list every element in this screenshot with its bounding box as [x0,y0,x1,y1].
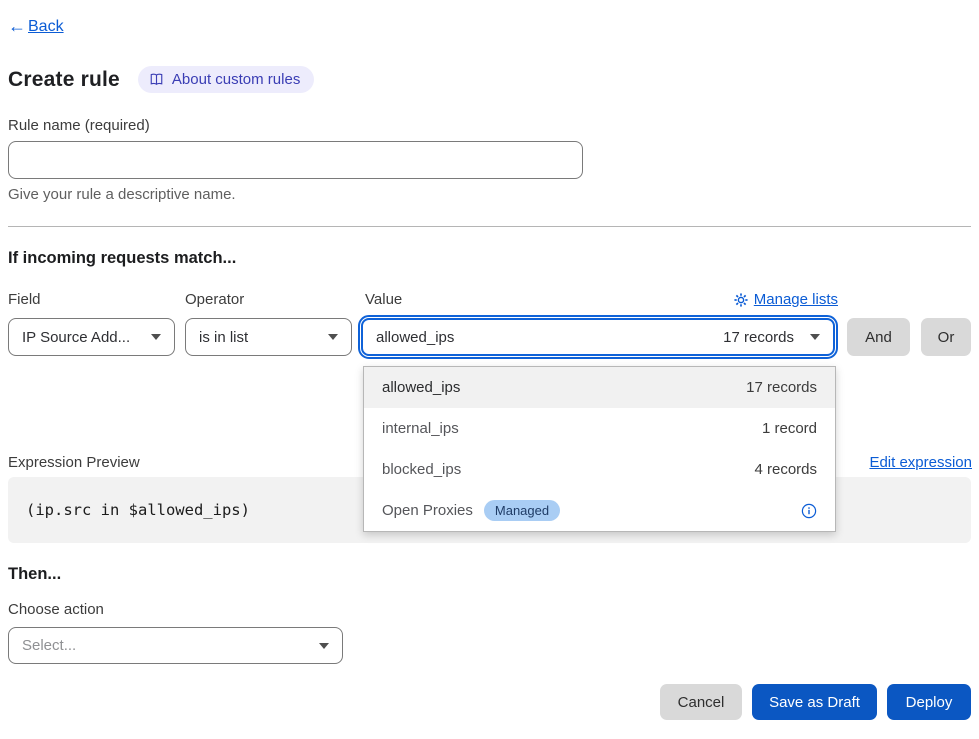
page-title: Create rule [8,68,120,92]
chevron-down-icon [328,334,338,340]
about-custom-rules-link[interactable]: About custom rules [138,66,314,93]
list-item-allowed-ips[interactable]: allowed_ips 17 records [364,367,835,408]
managed-badge: Managed [484,500,560,521]
operator-select[interactable]: is in list [185,318,352,356]
back-link[interactable]: ←Back [8,16,64,37]
manage-lists-link[interactable]: Manage lists [734,291,838,308]
list-item-name: allowed_ips [382,379,460,396]
section-divider [8,226,971,227]
list-item-open-proxies[interactable]: Open Proxies Managed [364,490,835,531]
list-item-blocked-ips[interactable]: blocked_ips 4 records [364,449,835,490]
chevron-down-icon [151,334,161,340]
operator-select-value: is in list [199,329,248,346]
chevron-down-icon [319,643,329,649]
book-icon [149,72,164,87]
rule-name-helper-text: Give your rule a descriptive name. [8,186,236,203]
list-item-name: Open Proxies [382,502,473,519]
edit-expression-link[interactable]: Edit expression [869,454,972,471]
or-button[interactable]: Or [921,318,971,356]
value-select[interactable]: allowed_ips 17 records [361,318,835,356]
action-select[interactable]: Select... [8,627,343,664]
deploy-button[interactable]: Deploy [887,684,971,720]
chevron-down-icon [810,334,820,340]
info-icon[interactable] [801,503,817,519]
rule-name-input[interactable] [8,141,583,179]
create-rule-page: ←Back Create rule About custom rules Rul… [0,0,979,739]
list-item-records: 1 record [762,420,817,437]
back-arrow-icon: ← [8,16,26,37]
title-row: Create rule About custom rules [8,66,314,93]
then-section-heading: Then... [8,565,61,584]
manage-lists-label: Manage lists [754,291,838,308]
match-section-heading: If incoming requests match... [8,249,236,268]
operator-label: Operator [185,291,244,308]
value-select-records: 17 records [723,329,794,346]
choose-action-label: Choose action [8,601,104,618]
and-button[interactable]: And [847,318,910,356]
list-item-records: 4 records [754,461,817,478]
list-item-name: blocked_ips [382,461,461,478]
value-label: Value [365,291,402,308]
field-select-value: IP Source Add... [22,329,130,346]
action-select-placeholder: Select... [22,637,76,654]
save-as-draft-button[interactable]: Save as Draft [752,684,877,720]
value-dropdown-list: allowed_ips 17 records internal_ips 1 re… [363,366,836,532]
back-link-label: Back [28,18,64,36]
cancel-button[interactable]: Cancel [660,684,742,720]
about-badge-label: About custom rules [172,71,300,88]
rule-name-label: Rule name (required) [8,117,150,134]
value-select-value: allowed_ips [376,329,454,346]
list-item-name: internal_ips [382,420,459,437]
field-label: Field [8,291,41,308]
list-item-internal-ips[interactable]: internal_ips 1 record [364,408,835,449]
gear-icon [734,293,748,307]
list-item-records: 17 records [746,379,817,396]
expression-code: (ip.src in $allowed_ips) [26,501,250,519]
expression-preview-label: Expression Preview [8,454,140,471]
field-select[interactable]: IP Source Add... [8,318,175,356]
